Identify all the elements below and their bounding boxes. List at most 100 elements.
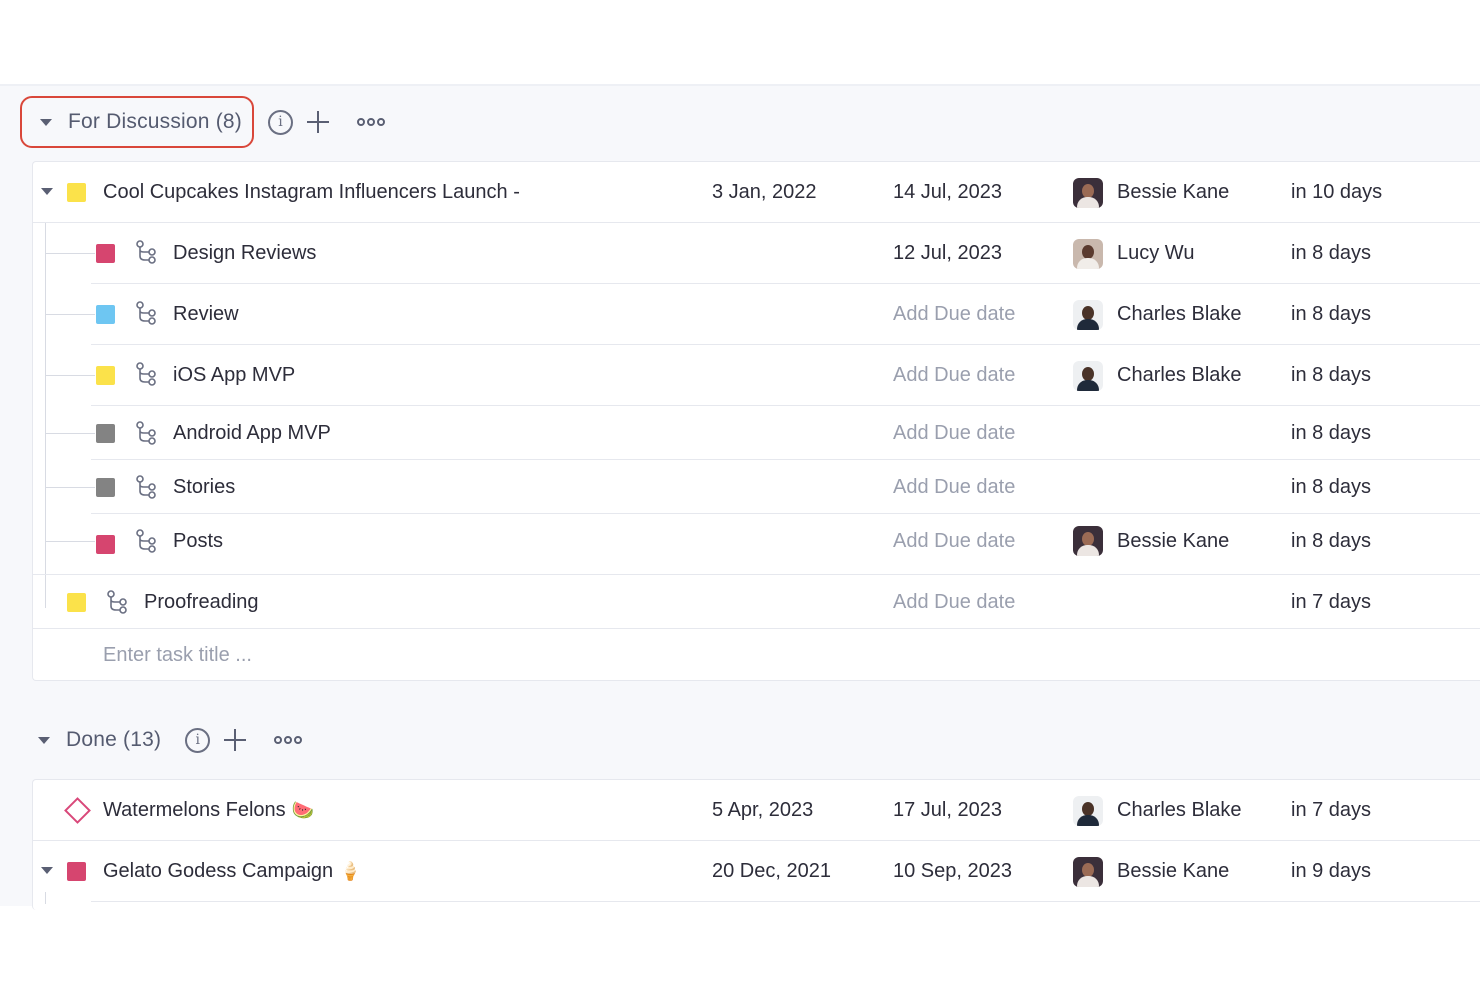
start-date[interactable]: 5 Apr, 2023 bbox=[712, 799, 813, 822]
info-icon[interactable]: i bbox=[267, 109, 293, 135]
chevron-down-icon[interactable] bbox=[41, 188, 53, 195]
assignee[interactable]: Charles Blake bbox=[1073, 299, 1242, 330]
status-square[interactable] bbox=[67, 862, 86, 881]
subtask-icon bbox=[107, 590, 127, 614]
task-title[interactable]: Gelato Godess Campaign 🍦 bbox=[103, 860, 362, 883]
status-square[interactable] bbox=[96, 535, 115, 554]
subtask-row[interactable]: Review Add Due date Charles Blake in 8 d… bbox=[33, 284, 1480, 345]
task-title[interactable]: Posts bbox=[173, 530, 223, 553]
tree-connector bbox=[45, 487, 95, 488]
task-title[interactable]: Watermelons Felons 🍉 bbox=[103, 799, 314, 822]
chevron-down-icon[interactable] bbox=[40, 118, 52, 126]
more-icon[interactable] bbox=[356, 118, 385, 126]
info-icon[interactable]: i bbox=[185, 727, 211, 753]
task-row[interactable]: Cool Cupcakes Instagram Influencers Laun… bbox=[33, 162, 1480, 223]
task-row[interactable]: Gelato Godess Campaign 🍦 20 Dec, 2021 10 … bbox=[33, 841, 1480, 902]
subtask-icon bbox=[136, 421, 156, 445]
subtask-row[interactable]: Stories Add Due date in 8 days bbox=[33, 460, 1480, 514]
plus-icon[interactable] bbox=[222, 727, 248, 753]
task-row[interactable]: Watermelons Felons 🍉 5 Apr, 2023 17 Jul, … bbox=[33, 780, 1480, 841]
task-table-for-discussion: Cool Cupcakes Instagram Influencers Laun… bbox=[32, 161, 1480, 681]
avatar bbox=[1073, 795, 1103, 826]
group-title: Done (13) bbox=[66, 728, 162, 751]
assignee[interactable]: Bessie Kane bbox=[1073, 856, 1230, 887]
subtask-icon bbox=[136, 362, 156, 386]
add-due-date[interactable]: Add Due date bbox=[893, 364, 1015, 387]
chevron-down-icon[interactable] bbox=[41, 867, 53, 874]
tree-connector bbox=[45, 892, 46, 904]
add-due-date[interactable]: Add Due date bbox=[893, 530, 1015, 553]
task-title[interactable]: Design Reviews bbox=[173, 242, 316, 265]
task-title[interactable]: Review bbox=[173, 303, 239, 326]
tree-connector bbox=[45, 314, 95, 315]
time-remaining: in 8 days bbox=[1291, 303, 1372, 325]
start-date[interactable]: 3 Jan, 2022 bbox=[712, 181, 817, 204]
task-title[interactable]: Proofreading bbox=[144, 591, 259, 614]
assignee-name: Bessie Kane bbox=[1117, 860, 1230, 882]
subtask-row[interactable]: Posts Add Due date Bessie Kane in 8 days bbox=[33, 514, 1480, 575]
add-due-date[interactable]: Add Due date bbox=[893, 422, 1015, 445]
watermelon-emoji: 🍉 bbox=[291, 800, 315, 820]
plus-icon[interactable] bbox=[305, 109, 331, 135]
subtask-row[interactable]: iOS App MVP Add Due date Charles Blake i… bbox=[33, 345, 1480, 406]
group-toggle-done[interactable]: Done (13) bbox=[20, 714, 171, 766]
due-date[interactable]: 17 Jul, 2023 bbox=[893, 799, 1002, 822]
avatar bbox=[1073, 360, 1103, 391]
status-square[interactable] bbox=[67, 183, 86, 202]
status-square[interactable] bbox=[96, 423, 115, 443]
status-square[interactable] bbox=[96, 305, 115, 324]
assignee-name: Lucy Wu bbox=[1117, 242, 1195, 264]
assignee[interactable]: Charles Blake bbox=[1073, 360, 1242, 391]
tree-connector bbox=[45, 375, 95, 376]
avatar bbox=[1073, 299, 1103, 330]
assignee-name: Charles Blake bbox=[1117, 303, 1242, 325]
subtask-icon bbox=[136, 240, 156, 264]
task-title[interactable]: Android App MVP bbox=[173, 422, 331, 445]
group-toggle-for-discussion[interactable]: For Discussion (8) bbox=[20, 96, 254, 148]
status-square[interactable] bbox=[96, 244, 115, 263]
assignee[interactable]: Lucy Wu bbox=[1073, 238, 1195, 269]
subtask-icon bbox=[136, 301, 156, 325]
add-due-date[interactable]: Add Due date bbox=[893, 476, 1015, 499]
subtask-row[interactable]: Design Reviews 12 Jul, 2023 Lucy Wu in 8… bbox=[33, 223, 1480, 284]
tree-connector bbox=[45, 433, 95, 434]
group-header-for-discussion: For Discussion (8) i bbox=[20, 96, 385, 148]
chevron-down-icon[interactable] bbox=[38, 736, 50, 744]
group-title: For Discussion (8) bbox=[68, 110, 242, 133]
new-task-input[interactable]: Enter task title ... bbox=[103, 644, 252, 667]
add-due-date[interactable]: Add Due date bbox=[893, 303, 1015, 326]
new-task-row[interactable]: Enter task title ... bbox=[33, 629, 1480, 681]
subtask-icon bbox=[136, 475, 156, 499]
start-date[interactable]: 20 Dec, 2021 bbox=[712, 860, 831, 883]
milestone-diamond-icon[interactable] bbox=[64, 797, 91, 824]
tree-connector bbox=[45, 541, 95, 542]
time-remaining: in 8 days bbox=[1291, 242, 1372, 264]
ice-cream-emoji: 🍦 bbox=[339, 861, 362, 881]
task-title[interactable]: Stories bbox=[173, 476, 235, 499]
status-square[interactable] bbox=[96, 477, 115, 497]
group-header-done: Done (13) i bbox=[20, 714, 303, 766]
assignee[interactable]: Bessie Kane bbox=[1073, 526, 1229, 556]
due-date[interactable]: 14 Jul, 2023 bbox=[893, 181, 1002, 204]
more-icon[interactable] bbox=[274, 736, 303, 744]
time-remaining: in 8 days bbox=[1291, 421, 1372, 444]
assignee[interactable]: Bessie Kane bbox=[1073, 177, 1229, 208]
task-title[interactable]: Cool Cupcakes Instagram Influencers Laun… bbox=[103, 181, 520, 204]
time-remaining: in 8 days bbox=[1291, 364, 1372, 386]
time-remaining: in 10 days bbox=[1291, 181, 1383, 203]
time-remaining: in 7 days bbox=[1291, 799, 1372, 821]
due-date[interactable]: 10 Sep, 2023 bbox=[893, 860, 1012, 883]
add-due-date[interactable]: Add Due date bbox=[893, 591, 1015, 614]
status-square[interactable] bbox=[67, 592, 86, 612]
avatar bbox=[1073, 177, 1103, 208]
due-date[interactable]: 12 Jul, 2023 bbox=[893, 242, 1002, 265]
status-square[interactable] bbox=[96, 366, 115, 385]
assignee[interactable]: Charles Blake bbox=[1073, 795, 1242, 826]
tree-connector bbox=[45, 253, 95, 254]
time-remaining: in 8 days bbox=[1291, 530, 1372, 552]
task-table-done: Watermelons Felons 🍉 5 Apr, 2023 17 Jul, … bbox=[32, 779, 1480, 910]
task-row[interactable]: Proofreading Add Due date in 7 days bbox=[33, 575, 1480, 629]
subtask-row[interactable]: Android App MVP Add Due date in 8 days bbox=[33, 406, 1480, 460]
task-title[interactable]: iOS App MVP bbox=[173, 364, 295, 387]
subtask-icon bbox=[136, 529, 156, 553]
